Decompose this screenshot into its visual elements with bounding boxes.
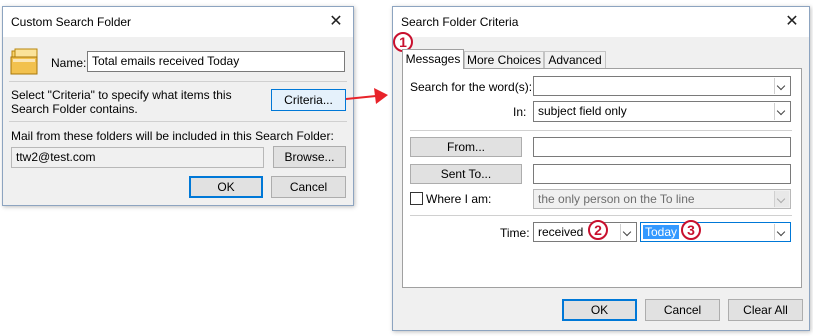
chevron-down-icon[interactable] [774,103,789,120]
step-badge-3: 3 [681,220,701,240]
search-words-label: Search for the word(s): [410,80,533,94]
folder-field: ttw2@test.com [11,147,264,168]
dialog-titlebar: Custom Search Folder ✕ [3,7,353,37]
time-value: received [538,225,584,239]
in-select[interactable]: subject field only [533,101,791,122]
from-button[interactable]: From... [410,137,522,157]
close-icon[interactable]: ✕ [325,11,347,33]
ok-button[interactable]: OK [562,299,637,321]
cancel-button[interactable]: Cancel [645,299,720,321]
name-label: Name: [51,56,87,70]
red-arrow-icon [345,88,388,104]
criteria-button[interactable]: Criteria... [271,89,346,111]
dialog-titlebar: Search Folder Criteria ✕ [393,7,809,37]
time-period-select[interactable]: Today [640,222,791,242]
time-label: Time: [500,226,530,240]
custom-search-folder-dialog: Custom Search Folder ✕ Name: Total email… [2,6,354,206]
folder-stack-icon [10,48,38,75]
chevron-down-icon[interactable] [620,224,635,240]
sent-to-button[interactable]: Sent To... [410,164,522,184]
time-period-value: Today [643,225,680,239]
where-i-am-value: the only person on the To line [538,192,695,206]
mail-from-description: Mail from these folders will be included… [11,129,334,143]
tab-messages[interactable]: Messages [402,49,464,69]
separator [9,81,347,82]
in-label: In: [513,105,527,119]
chevron-down-icon[interactable] [774,78,789,94]
tab-more-choices[interactable]: More Choices [464,51,544,69]
step-badge-2: 2 [588,220,608,240]
clear-all-button[interactable]: Clear All [728,299,803,321]
dialog-title: Search Folder Criteria [401,15,519,29]
browse-button[interactable]: Browse... [273,146,346,168]
criteria-description: Select "Criteria" to specify what items … [11,88,232,116]
ok-button[interactable]: OK [189,176,263,198]
chevron-down-icon [774,191,789,207]
time-select[interactable]: received [533,222,637,242]
separator [410,130,792,131]
separator [410,215,792,216]
where-i-am-checkbox[interactable] [410,192,423,205]
from-field[interactable] [533,137,791,157]
chevron-down-icon[interactable] [774,224,789,240]
sent-to-field[interactable] [533,164,791,184]
tab-advanced[interactable]: Advanced [544,51,606,69]
in-value: subject field only [538,104,627,118]
dialog-title: Custom Search Folder [11,15,132,29]
cancel-button[interactable]: Cancel [271,176,346,198]
where-i-am-select: the only person on the To line [533,189,791,209]
search-folder-criteria-dialog: Search Folder Criteria ✕ Messages More C… [392,6,810,331]
name-field[interactable]: Total emails received Today [87,51,345,72]
separator [9,121,347,122]
where-i-am-label: Where I am: [426,192,492,206]
search-words-combobox[interactable] [533,76,791,96]
close-icon[interactable]: ✕ [781,11,803,33]
